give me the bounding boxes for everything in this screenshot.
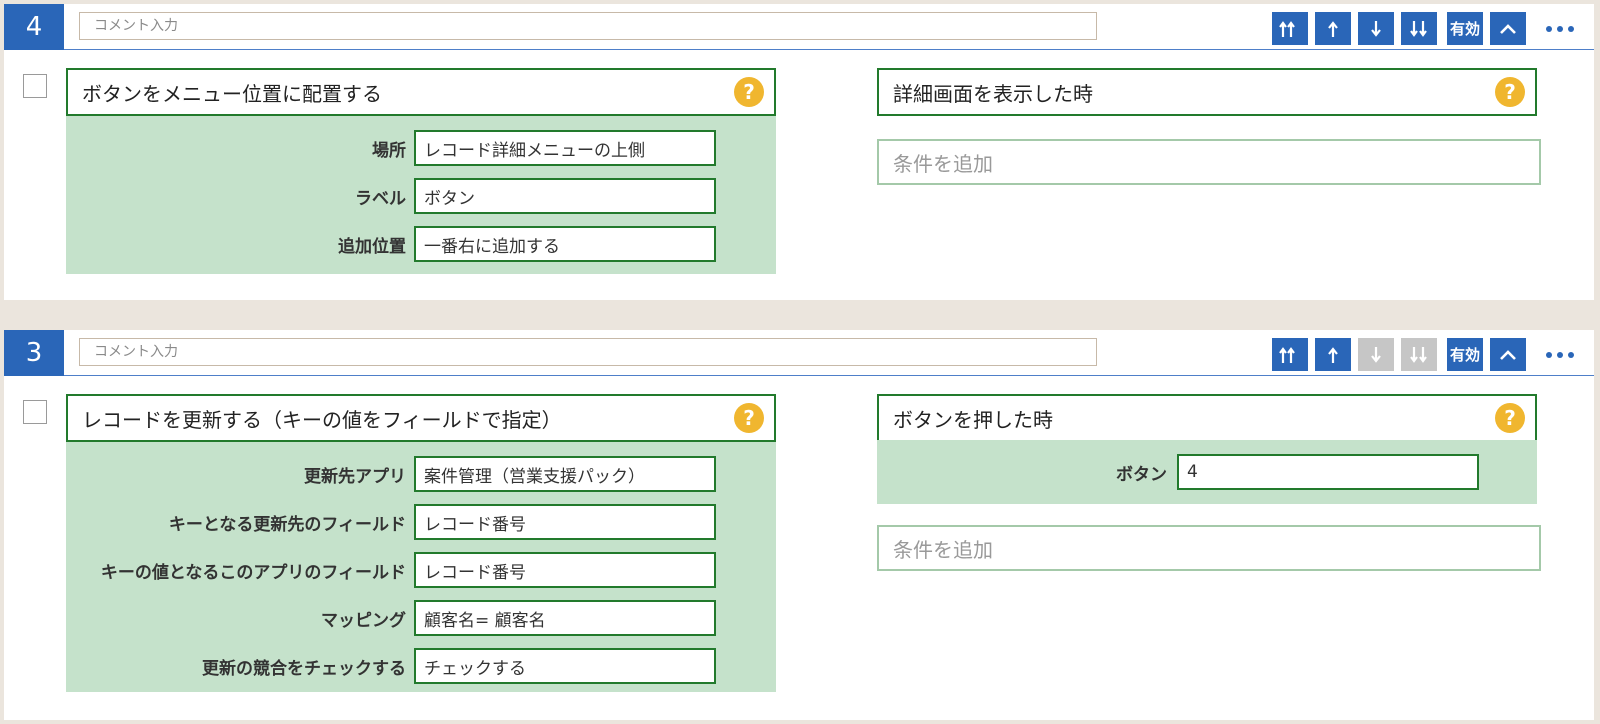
action-title[interactable]: レコードを更新する（キーの値をフィールドで指定） ? xyxy=(66,394,776,442)
move-up-button[interactable] xyxy=(1315,338,1351,371)
more-menu-button[interactable] xyxy=(1540,12,1580,45)
param-row: キーとなる更新先のフィールド レコード番号 xyxy=(66,504,776,540)
param-row: 追加位置 一番右に追加する xyxy=(66,226,776,262)
param-value[interactable]: 顧客名= 顧客名 xyxy=(414,600,716,636)
rule-number: 3 xyxy=(4,330,64,376)
param-value[interactable]: レコード番号 xyxy=(414,552,716,588)
arrow-down-icon xyxy=(1371,20,1381,37)
add-condition-button[interactable]: 条件を追加 xyxy=(877,525,1541,571)
param-label: 更新の競合をチェックする xyxy=(202,658,406,679)
param-row: マッピング 顧客名= 顧客名 xyxy=(66,600,776,636)
param-label: 場所 xyxy=(372,140,406,161)
rule-number: 4 xyxy=(4,4,64,50)
condition-title-text: 詳細画面を表示した時 xyxy=(893,81,1093,106)
param-label: 追加位置 xyxy=(338,236,406,257)
enabled-toggle[interactable]: 有効 xyxy=(1447,12,1483,45)
comment-input[interactable] xyxy=(79,12,1097,40)
add-condition-button[interactable]: 条件を追加 xyxy=(877,139,1541,185)
param-value[interactable]: 案件管理（営業支援パック） xyxy=(414,456,716,492)
more-dot-icon xyxy=(1546,351,1552,358)
move-down-button[interactable] xyxy=(1358,12,1394,45)
param-row: 更新の競合をチェックする チェックする xyxy=(66,648,776,684)
collapse-button[interactable] xyxy=(1490,12,1526,45)
move-top-button[interactable] xyxy=(1272,338,1308,371)
param-row: 更新先アプリ 案件管理（営業支援パック） xyxy=(66,456,776,492)
move-top-icon xyxy=(1279,346,1295,363)
param-label: ボタン xyxy=(1116,464,1167,485)
arrow-up-icon xyxy=(1328,346,1338,363)
rule-checkbox[interactable] xyxy=(23,400,47,424)
comment-input[interactable] xyxy=(79,338,1097,366)
action-title-text: レコードを更新する（キーの値をフィールドで指定） xyxy=(82,407,562,432)
rule-checkbox[interactable] xyxy=(23,74,47,98)
more-dot-icon xyxy=(1557,351,1563,358)
help-icon[interactable]: ? xyxy=(734,77,764,107)
action-panel: レコードを更新する（キーの値をフィールドで指定） ? 更新先アプリ 案件管理（営… xyxy=(66,394,776,692)
move-bottom-icon xyxy=(1410,20,1427,37)
param-value[interactable]: ボタン xyxy=(414,178,716,214)
rule-header: 4 有効 xyxy=(4,4,1594,50)
move-top-icon xyxy=(1279,20,1295,37)
param-row: ラベル ボタン xyxy=(66,178,776,214)
action-title[interactable]: ボタンをメニュー位置に配置する ? xyxy=(66,68,776,116)
collapse-button[interactable] xyxy=(1490,338,1526,371)
move-down-button xyxy=(1358,338,1394,371)
chevron-up-icon xyxy=(1500,349,1516,360)
more-dot-icon xyxy=(1546,25,1552,32)
param-label: 更新先アプリ xyxy=(304,466,406,487)
param-row: ボタン 4 xyxy=(877,454,1537,490)
move-bottom-button[interactable] xyxy=(1401,12,1437,45)
param-label: キーとなる更新先のフィールド xyxy=(168,514,406,535)
param-label: キーの値となるこのアプリのフィールド xyxy=(100,562,406,583)
move-bottom-icon xyxy=(1410,346,1427,363)
arrow-down-icon xyxy=(1371,346,1381,363)
more-menu-button[interactable] xyxy=(1540,338,1580,371)
param-label: マッピング xyxy=(321,610,406,631)
condition-title[interactable]: 詳細画面を表示した時 ? xyxy=(877,68,1537,116)
move-top-button[interactable] xyxy=(1272,12,1308,45)
action-title-text: ボタンをメニュー位置に配置する xyxy=(82,81,382,106)
enabled-toggle[interactable]: 有効 xyxy=(1447,338,1483,371)
more-dot-icon xyxy=(1557,25,1563,32)
param-value[interactable]: 一番右に追加する xyxy=(414,226,716,262)
param-value[interactable]: レコード番号 xyxy=(414,504,716,540)
rule-card-4: 4 有効 ボタンをメニュー位置に配置する ? 場所 レコード詳細メニューの上側 xyxy=(4,4,1594,300)
help-icon[interactable]: ? xyxy=(1495,403,1525,433)
param-label: ラベル xyxy=(355,188,406,209)
param-value[interactable]: 4 xyxy=(1177,454,1479,490)
param-value[interactable]: チェックする xyxy=(414,648,716,684)
condition-title[interactable]: ボタンを押した時 ? xyxy=(877,394,1537,442)
move-bottom-button xyxy=(1401,338,1437,371)
action-panel: ボタンをメニュー位置に配置する ? 場所 レコード詳細メニューの上側 ラベル ボ… xyxy=(66,68,776,274)
param-value[interactable]: レコード詳細メニューの上側 xyxy=(414,130,716,166)
rule-header: 3 有効 xyxy=(4,330,1594,376)
condition-title-text: ボタンを押した時 xyxy=(893,407,1053,432)
more-dot-icon xyxy=(1568,351,1574,358)
more-dot-icon xyxy=(1568,25,1574,32)
param-row: 場所 レコード詳細メニューの上側 xyxy=(66,130,776,166)
arrow-up-icon xyxy=(1328,20,1338,37)
help-icon[interactable]: ? xyxy=(734,403,764,433)
move-up-button[interactable] xyxy=(1315,12,1351,45)
param-row: キーの値となるこのアプリのフィールド レコード番号 xyxy=(66,552,776,588)
chevron-up-icon xyxy=(1500,23,1516,34)
rule-card-3: 3 有効 レコードを更新する（キーの値をフィールドで指定） ? 更新先アプリ xyxy=(4,330,1594,720)
condition-param-panel: ボタン 4 xyxy=(877,440,1537,504)
help-icon[interactable]: ? xyxy=(1495,77,1525,107)
